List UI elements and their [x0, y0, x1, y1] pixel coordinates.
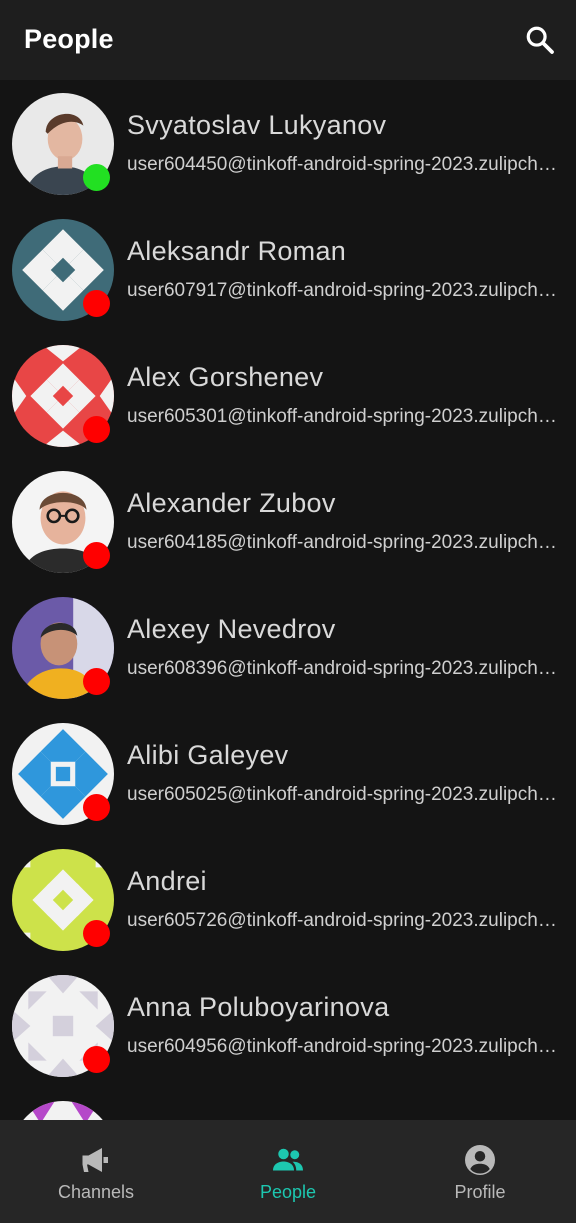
megaphone-icon: [82, 1148, 108, 1172]
list-item[interactable]: [0, 1088, 576, 1120]
person-name: Alibi Galeyev: [127, 740, 289, 770]
avatar: [12, 849, 116, 953]
avatar: [12, 597, 116, 701]
list-item[interactable]: Svyatoslav Lukyanov user604450@tinkoff-a…: [0, 80, 576, 206]
account-circle-icon: [465, 1145, 495, 1175]
list-item[interactable]: Alex Gorshenev user605301@tinkoff-androi…: [0, 332, 576, 458]
nav-label: Profile: [454, 1182, 506, 1202]
list-item[interactable]: Anna Poluboyarinova user604956@tinkoff-a…: [0, 962, 576, 1088]
person-email: user605301@tinkoff-android-spring-2023.z…: [127, 406, 561, 427]
person-name: Anna Poluboyarinova: [127, 992, 390, 1022]
nav-item-people[interactable]: People: [192, 1120, 384, 1223]
avatar: [12, 1101, 116, 1120]
nav-item-channels[interactable]: Channels: [0, 1120, 192, 1223]
avatar: [12, 219, 116, 323]
status-offline-indicator: [83, 416, 110, 443]
list-item[interactable]: Alibi Galeyev user605025@tinkoff-android…: [0, 710, 576, 836]
person-email: user607917@tinkoff-android-spring-2023.z…: [127, 280, 561, 301]
status-offline-indicator: [83, 542, 110, 569]
person-email: user605726@tinkoff-android-spring-2023.z…: [127, 910, 561, 931]
people-icon: [273, 1148, 303, 1171]
avatar: [12, 975, 116, 1079]
list-item[interactable]: Alexey Nevedrov user608396@tinkoff-andro…: [0, 584, 576, 710]
person-name: Svyatoslav Lukyanov: [127, 110, 387, 140]
nav-label: People: [259, 1182, 317, 1202]
status-offline-indicator: [83, 668, 110, 695]
nav-item-profile[interactable]: Profile: [384, 1120, 576, 1223]
person-email: user608396@tinkoff-android-spring-2023.z…: [127, 658, 561, 679]
status-offline-indicator: [83, 1046, 110, 1073]
person-email: user605025@tinkoff-android-spring-2023.z…: [127, 784, 561, 805]
avatar: [12, 93, 116, 197]
person-name: Alex Gorshenev: [127, 362, 324, 392]
status-offline-indicator: [83, 290, 110, 317]
person-email: user604185@tinkoff-android-spring-2023.z…: [127, 532, 561, 553]
status-offline-indicator: [83, 920, 110, 947]
person-email: user604450@tinkoff-android-spring-2023.z…: [127, 154, 561, 175]
person-name: Alexander Zubov: [127, 488, 336, 518]
person-name: Andrei: [127, 866, 207, 896]
person-name: Aleksandr Roman: [127, 236, 347, 266]
person-email: user604956@tinkoff-android-spring-2023.z…: [127, 1036, 561, 1057]
avatar: [12, 345, 116, 449]
avatar: [12, 723, 116, 827]
search-icon[interactable]: [524, 24, 556, 56]
people-list[interactable]: Svyatoslav Lukyanov user604450@tinkoff-a…: [0, 80, 576, 1120]
nav-label: Channels: [57, 1182, 135, 1202]
list-item[interactable]: Alexander Zubov user604185@tinkoff-andro…: [0, 458, 576, 584]
status-offline-indicator: [83, 794, 110, 821]
avatar: [12, 471, 116, 575]
page-title: People: [24, 24, 114, 54]
bottom-navigation: Channels People Profile: [0, 1120, 576, 1223]
person-name: Alexey Nevedrov: [127, 614, 336, 644]
top-app-bar: People: [0, 0, 576, 80]
list-item[interactable]: Andrei user605726@tinkoff-android-spring…: [0, 836, 576, 962]
list-item[interactable]: Aleksandr Roman user607917@tinkoff-andro…: [0, 206, 576, 332]
status-online-indicator: [83, 164, 110, 191]
identicon-avatar: [12, 1101, 114, 1120]
